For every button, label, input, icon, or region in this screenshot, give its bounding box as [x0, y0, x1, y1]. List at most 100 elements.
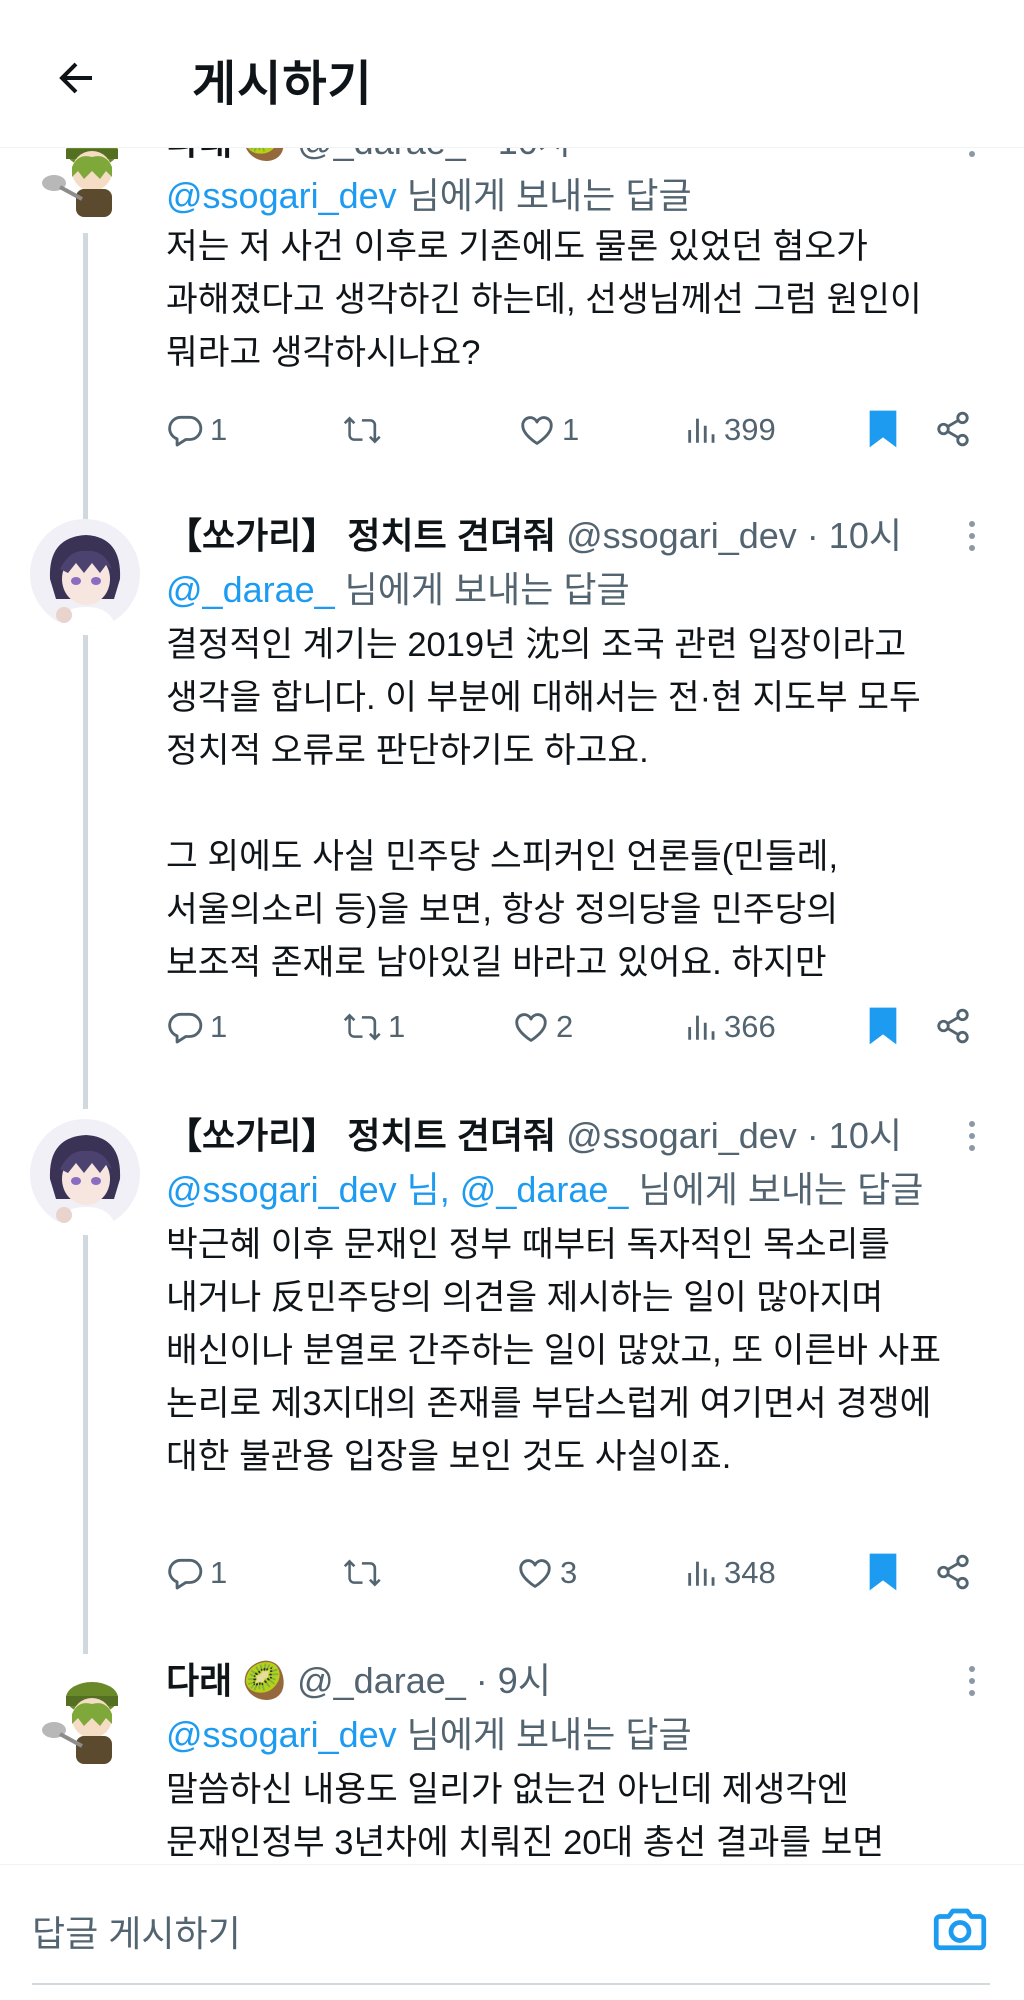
display-name[interactable]: 【쏘가리】 정치트 견뎌줘: [166, 1115, 556, 1156]
bookmark-button[interactable]: [866, 1006, 900, 1051]
kiwi-emoji-icon: 🥝: [242, 148, 287, 162]
views-chart-icon: [688, 1015, 715, 1040]
tweet-text: 말씀하신 내용도 일리가 없는건 아닌데 제생각엔 문재인정부 3년차에 치뤄진…: [166, 1771, 885, 1862]
reply-icon: [168, 1012, 203, 1044]
handle[interactable]: @ssogari_dev: [566, 1115, 797, 1156]
thread-line: [83, 1235, 88, 1640]
reply-count: 1: [210, 1555, 228, 1590]
reply-icon: [168, 1558, 203, 1590]
bookmark-button[interactable]: [866, 409, 900, 454]
reply-icon: [168, 415, 203, 447]
like-count: 2: [556, 1009, 574, 1044]
tweet-text: 박근혜 이후 문재인 정부 때부터 독자적인 목소리를 내거나 反민주당의 의견…: [166, 1226, 941, 1476]
retweet-icon: [343, 1013, 381, 1041]
reply-composer: 답글 게시하기: [0, 1864, 1024, 2000]
tweet-meta: 다래 🥝 @_darae_ · 9시: [166, 1660, 551, 1701]
heart-icon: [515, 1013, 547, 1042]
action-bar: 1 1 2 366: [166, 1002, 986, 1052]
timestamp[interactable]: 10시: [829, 515, 902, 556]
display-name[interactable]: 【쏘가리】 정치트 견뎌줘: [166, 515, 556, 556]
camera-button[interactable]: [930, 1899, 990, 1959]
timestamp[interactable]: 10시: [829, 1115, 902, 1156]
like-count: 1: [562, 412, 580, 447]
tweet[interactable]: 다래 🥝 @_darae_ · 9시 @ssogari_dev 님에게 보내는 …: [0, 1640, 1024, 1864]
like-button[interactable]: 3: [516, 1548, 577, 1598]
display-name[interactable]: 다래: [166, 148, 232, 162]
more-options-button[interactable]: [960, 1656, 984, 1706]
view-count: 366: [724, 1009, 776, 1044]
share-icon: [937, 1554, 969, 1590]
timestamp[interactable]: 10시: [498, 148, 571, 162]
handle[interactable]: @_darae_: [297, 148, 466, 162]
action-bar: 1 3 348: [166, 1548, 986, 1598]
reply-context: @_darae_ 님에게 보내는 답글: [166, 569, 630, 610]
reply-button[interactable]: 1: [166, 1002, 227, 1052]
bookmark-filled-icon: [869, 1007, 897, 1045]
bookmark-button[interactable]: [866, 1552, 900, 1597]
retweet-button[interactable]: [342, 405, 388, 455]
like-button[interactable]: 1: [518, 405, 579, 455]
reply-button[interactable]: 1: [166, 1548, 227, 1598]
timestamp[interactable]: 9시: [498, 1660, 551, 1701]
top-bar: 게시하기: [0, 0, 1024, 148]
avatar[interactable]: [30, 1664, 140, 1774]
tweet-text: 결정적인 계기는 2019년 沈의 조국 관련 입장이라고 생각을 합니다. 이…: [166, 626, 921, 982]
tweet-meta: 【쏘가리】 정치트 견뎌줘 @ssogari_dev · 10시: [166, 1115, 902, 1156]
reply-thread[interactable]: 다래 🥝 @_darae_ · 10시 @ssogari_dev 님에게 보내는…: [0, 148, 1024, 1864]
share-button[interactable]: [934, 1007, 972, 1050]
back-button[interactable]: [44, 46, 108, 110]
mention-link[interactable]: @_darae_: [166, 569, 335, 610]
reply-context: @ssogari_dev 님에게 보내는 답글: [166, 1714, 692, 1755]
reply-input[interactable]: 답글 게시하기: [32, 1905, 241, 1957]
views-button[interactable]: 399: [684, 405, 776, 455]
tweet[interactable]: 【쏘가리】 정치트 견뎌줘 @ssogari_dev · 10시 @_darae…: [0, 495, 1024, 1095]
like-count: 3: [560, 1555, 578, 1590]
retweet-button[interactable]: [342, 1548, 388, 1598]
share-button[interactable]: [934, 410, 972, 453]
more-options-button[interactable]: [960, 148, 984, 167]
arrow-left-icon: [59, 62, 92, 94]
reply-count: 1: [210, 1009, 228, 1044]
camera-icon: [933, 1908, 987, 1951]
views-chart-icon: [688, 1561, 715, 1586]
retweet-button[interactable]: 1: [342, 1002, 405, 1052]
heart-icon: [519, 1559, 551, 1588]
views-button[interactable]: 366: [684, 1002, 776, 1052]
handle[interactable]: @_darae_: [297, 1660, 466, 1701]
thread-line: [83, 635, 88, 1095]
share-icon: [937, 411, 969, 447]
handle[interactable]: @ssogari_dev: [566, 515, 797, 556]
thread-line: [83, 495, 88, 509]
avatar[interactable]: [30, 519, 140, 629]
tweet-meta: 다래 🥝 @_darae_ · 10시: [166, 148, 571, 167]
kiwi-emoji-icon: 🥝: [242, 1660, 288, 1701]
more-options-button[interactable]: [960, 1111, 984, 1161]
page-title: 게시하기: [192, 58, 373, 111]
share-button[interactable]: [934, 1553, 972, 1596]
heart-icon: [521, 416, 553, 445]
reply-context: @ssogari_dev 님, @_darae_ 님에게 보내는 답글: [166, 1169, 924, 1210]
view-count: 348: [724, 1555, 776, 1590]
thread-line: [83, 1640, 88, 1654]
mention-link[interactable]: @ssogari_dev: [166, 175, 397, 216]
like-button[interactable]: 2: [512, 1002, 573, 1052]
composer-divider: [32, 1983, 990, 1985]
retweet-icon: [343, 416, 381, 444]
mention-link[interactable]: @ssogari_dev 님, @_darae_: [166, 1169, 628, 1210]
display-name[interactable]: 다래: [166, 1660, 232, 1701]
tweet-text: 저는 저 사건 이후로 기존에도 물론 있었던 혐오가 과해졌다고 생각하긴 하…: [166, 228, 922, 372]
bookmark-filled-icon: [869, 1553, 897, 1591]
action-bar: 1 1 399: [166, 405, 986, 455]
views-button[interactable]: 348: [684, 1548, 776, 1598]
retweet-count: 1: [388, 1009, 406, 1044]
views-chart-icon: [688, 418, 715, 443]
avatar[interactable]: [30, 148, 140, 227]
tweet[interactable]: 【쏘가리】 정치트 견뎌줘 @ssogari_dev · 10시 @ssogar…: [0, 1095, 1024, 1640]
more-options-button[interactable]: [960, 511, 984, 561]
reply-button[interactable]: 1: [166, 405, 227, 455]
share-icon: [937, 1008, 969, 1044]
reply-context: @ssogari_dev 님에게 보내는 답글: [166, 175, 692, 216]
avatar[interactable]: [30, 1119, 140, 1229]
thread-line: [83, 1095, 88, 1109]
mention-link[interactable]: @ssogari_dev: [166, 1714, 397, 1755]
